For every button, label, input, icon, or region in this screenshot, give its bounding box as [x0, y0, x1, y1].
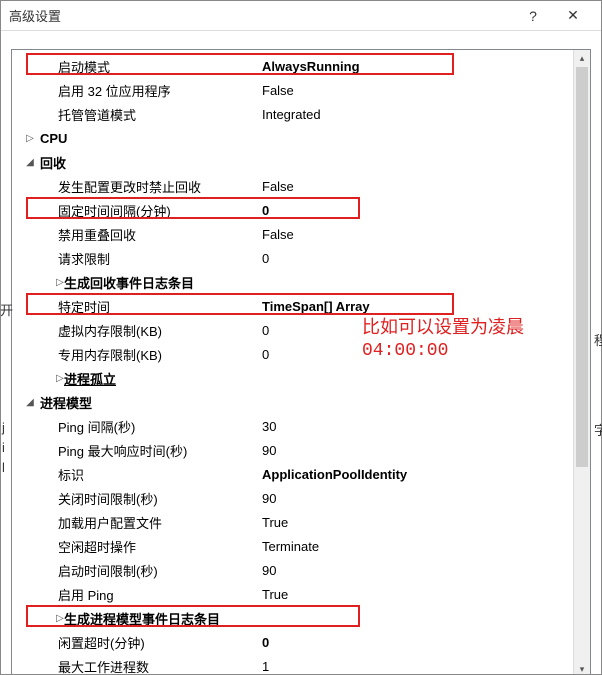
property-label: 固定时间间隔(分钟): [12, 201, 258, 220]
property-row[interactable]: 加载用户配置文件True: [12, 510, 590, 534]
help-button[interactable]: ?: [513, 1, 553, 31]
vertical-scrollbar[interactable]: ▴ ▾: [573, 50, 590, 674]
property-row[interactable]: 标识ApplicationPoolIdentity: [12, 462, 590, 486]
property-value[interactable]: True: [258, 587, 590, 602]
expander-closed-icon[interactable]: ▷: [36, 277, 60, 288]
property-label: 请求限制: [12, 249, 258, 268]
property-value[interactable]: True: [258, 515, 590, 530]
expander-open-icon[interactable]: ◢: [18, 157, 36, 168]
property-label: 启动模式: [12, 57, 258, 76]
property-grid[interactable]: 比如可以设置为凌晨 04:00:00 启动模式AlwaysRunning启用 3…: [11, 49, 591, 674]
advanced-settings-dialog: 高级设置 ? ✕ 比如可以设置为凌晨 04:00:00 启动模式AlwaysRu…: [0, 0, 602, 675]
property-row[interactable]: ◢进程模型: [12, 390, 590, 414]
bg-fragment: i: [2, 440, 5, 455]
property-value[interactable]: AlwaysRunning: [258, 59, 590, 74]
close-button[interactable]: ✕: [553, 1, 593, 31]
scroll-thumb[interactable]: [576, 67, 588, 467]
property-value[interactable]: 90: [258, 443, 590, 458]
property-row[interactable]: ▷生成进程模型事件日志条目: [12, 606, 590, 630]
property-label: 专用内存限制(KB): [12, 345, 258, 364]
property-row[interactable]: 启动模式AlwaysRunning: [12, 54, 590, 78]
property-label: 托管管道模式: [12, 105, 258, 124]
property-label: 禁用重叠回收: [12, 225, 258, 244]
category-label: 生成进程模型事件日志条目: [60, 609, 306, 628]
scroll-down-icon[interactable]: ▾: [574, 661, 590, 674]
property-label: 发生配置更改时禁止回收: [12, 177, 258, 196]
category-label: 进程孤立: [60, 369, 306, 388]
property-row[interactable]: 启用 PingTrue: [12, 582, 590, 606]
expander-open-icon[interactable]: ◢: [18, 397, 36, 408]
category-label: 进程模型: [36, 393, 282, 412]
property-label: 标识: [12, 465, 258, 484]
property-label: Ping 最大响应时间(秒): [12, 441, 258, 460]
scroll-up-icon[interactable]: ▴: [574, 50, 590, 67]
property-value[interactable]: False: [258, 227, 590, 242]
property-row[interactable]: ▷生成回收事件日志条目: [12, 270, 590, 294]
property-label: 最大工作进程数: [12, 657, 258, 675]
property-value[interactable]: False: [258, 179, 590, 194]
property-label: 关闭时间限制(秒): [12, 489, 258, 508]
bg-fragment: 开: [0, 300, 13, 319]
expander-closed-icon[interactable]: ▷: [18, 133, 36, 144]
property-label: Ping 间隔(秒): [12, 417, 258, 436]
property-row[interactable]: 空闲超时操作Terminate: [12, 534, 590, 558]
property-value[interactable]: 30: [258, 419, 590, 434]
property-label: 启动时间限制(秒): [12, 561, 258, 580]
property-row[interactable]: 禁用重叠回收False: [12, 222, 590, 246]
property-row[interactable]: ▷进程孤立: [12, 366, 590, 390]
property-label: 启用 32 位应用程序: [12, 81, 258, 100]
property-row[interactable]: ◢回收: [12, 150, 590, 174]
property-row[interactable]: 固定时间间隔(分钟)0: [12, 198, 590, 222]
property-value[interactable]: Integrated: [258, 107, 590, 122]
property-label: 特定时间: [12, 297, 258, 316]
property-row[interactable]: Ping 最大响应时间(秒)90: [12, 438, 590, 462]
property-row[interactable]: 发生配置更改时禁止回收False: [12, 174, 590, 198]
property-row[interactable]: ▷CPU: [12, 126, 590, 150]
dialog-content: 比如可以设置为凌晨 04:00:00 启动模式AlwaysRunning启用 3…: [1, 31, 601, 674]
property-value[interactable]: False: [258, 83, 590, 98]
property-value[interactable]: 90: [258, 491, 590, 506]
bg-fragment: 程: [594, 330, 602, 349]
property-row[interactable]: 专用内存限制(KB)0: [12, 342, 590, 366]
property-row[interactable]: 关闭时间限制(秒)90: [12, 486, 590, 510]
category-label: 生成回收事件日志条目: [60, 273, 306, 292]
property-value[interactable]: 0: [258, 323, 590, 338]
bg-fragment: 字: [594, 420, 602, 439]
property-row[interactable]: 最大工作进程数1: [12, 654, 590, 674]
window-title: 高级设置: [9, 6, 513, 25]
property-row[interactable]: 启用 32 位应用程序False: [12, 78, 590, 102]
property-value[interactable]: 0: [258, 251, 590, 266]
property-label: 加载用户配置文件: [12, 513, 258, 532]
property-value[interactable]: TimeSpan[] Array: [258, 299, 590, 314]
property-row[interactable]: 特定时间TimeSpan[] Array: [12, 294, 590, 318]
grid-body: 启动模式AlwaysRunning启用 32 位应用程序False托管管道模式I…: [12, 50, 590, 674]
property-value[interactable]: Terminate: [258, 539, 590, 554]
expander-closed-icon[interactable]: ▷: [36, 613, 60, 624]
titlebar: 高级设置 ? ✕: [1, 1, 601, 31]
property-row[interactable]: 闲置超时(分钟)0: [12, 630, 590, 654]
property-value[interactable]: 0: [258, 203, 590, 218]
property-row[interactable]: 虚拟内存限制(KB)0: [12, 318, 590, 342]
property-row[interactable]: 请求限制0: [12, 246, 590, 270]
property-value[interactable]: 1: [258, 659, 590, 674]
property-value[interactable]: 0: [258, 635, 590, 650]
property-value[interactable]: 90: [258, 563, 590, 578]
property-row[interactable]: 托管管道模式Integrated: [12, 102, 590, 126]
property-value[interactable]: 0: [258, 347, 590, 362]
property-label: 启用 Ping: [12, 585, 258, 604]
property-row[interactable]: Ping 间隔(秒)30: [12, 414, 590, 438]
property-value[interactable]: ApplicationPoolIdentity: [258, 467, 590, 482]
bg-fragment: j: [2, 420, 5, 435]
bg-fragment: l: [2, 460, 5, 475]
category-label: 回收: [36, 153, 282, 172]
property-label: 空闲超时操作: [12, 537, 258, 556]
category-label: CPU: [36, 131, 282, 146]
property-label: 闲置超时(分钟): [12, 633, 258, 652]
property-label: 虚拟内存限制(KB): [12, 321, 258, 340]
property-row[interactable]: 启动时间限制(秒)90: [12, 558, 590, 582]
expander-closed-icon[interactable]: ▷: [36, 373, 60, 384]
